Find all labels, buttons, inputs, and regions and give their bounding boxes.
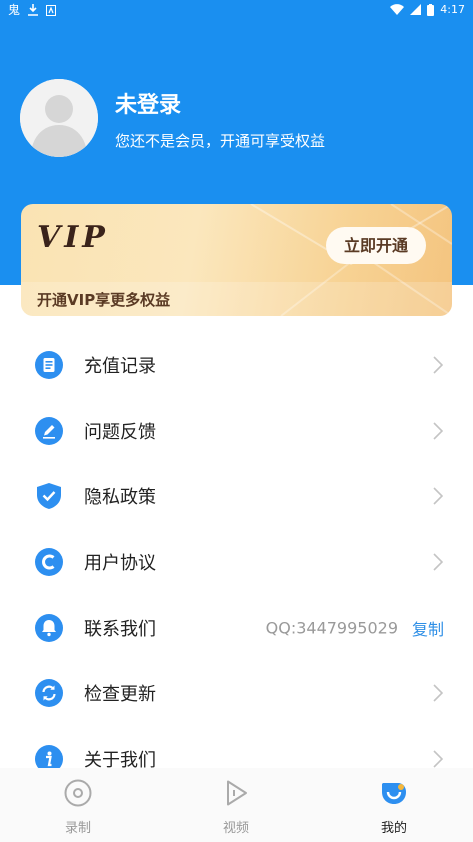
record-disc-icon [64, 779, 92, 807]
menu-label: 充值记录 [84, 355, 156, 377]
vip-logo: VIP [37, 220, 109, 255]
wifi-icon [390, 4, 405, 15]
download-icon [28, 4, 39, 16]
menu-label: 联系我们 [84, 618, 156, 640]
status-time: 4:17 [440, 3, 465, 16]
shield-check-icon [37, 483, 61, 510]
chevron-right-icon [433, 553, 443, 571]
chevron-right-icon [433, 356, 443, 374]
default-avatar-icon [20, 79, 98, 157]
battery-icon [427, 3, 435, 16]
profile-icon [382, 783, 406, 804]
video-play-icon [227, 780, 247, 806]
bottom-tab-bar: 录制 视频 我的 [0, 768, 473, 842]
chevron-right-icon [433, 750, 443, 768]
menu-item-user-agreement[interactable]: 用户协议 [0, 529, 473, 595]
tab-mine[interactable]: 我的 [334, 768, 454, 842]
document-list-icon [35, 350, 63, 379]
login-status-title[interactable]: 未登录 [115, 87, 181, 119]
activate-vip-button[interactable]: 立即开通 [326, 227, 426, 264]
app-notification-icon: 鬼 [8, 3, 21, 17]
avatar[interactable] [20, 79, 98, 157]
menu-item-check-update[interactable]: 检查更新 [0, 660, 473, 726]
menu-item-recharge-records[interactable]: 充值记录 [0, 332, 473, 398]
chevron-right-icon [433, 421, 443, 440]
menu-label: 隐私政策 [84, 487, 156, 509]
menu-item-privacy-policy[interactable]: 隐私政策 [0, 463, 473, 529]
menu-item-feedback[interactable]: 问题反馈 [0, 398, 473, 464]
chevron-right-icon [433, 684, 443, 702]
tab-label: 我的 [380, 821, 407, 836]
tab-label: 视频 [222, 821, 249, 836]
bell-contact-icon [35, 613, 63, 642]
signal-icon [410, 4, 422, 15]
vip-card[interactable]: VIP 立即开通 开通VIP享更多权益 [21, 204, 452, 316]
settings-menu: 充值记录 问题反馈 隐私政策 用户协议 联系我们 QQ:3447995029 复… [0, 332, 473, 792]
menu-label: 检查更新 [84, 684, 156, 706]
menu-label: 用户协议 [84, 552, 156, 574]
qq-number: QQ:3447995029 [265, 618, 398, 638]
tab-label: 录制 [64, 821, 91, 836]
agreement-c-icon [35, 547, 63, 576]
chevron-right-icon [433, 487, 443, 505]
edit-pen-icon [35, 416, 63, 445]
refresh-icon [35, 679, 63, 708]
membership-subtitle: 您还不是会员，开通可享受权益 [115, 132, 326, 150]
menu-label: 问题反馈 [84, 421, 156, 443]
tab-record[interactable]: 录制 [18, 768, 138, 842]
copy-qq-button[interactable]: 复制 [412, 616, 444, 640]
notification-icon [46, 4, 57, 16]
menu-item-contact-us[interactable]: 联系我们 QQ:3447995029 复制 [0, 595, 473, 661]
vip-benefits-text: 开通VIP享更多权益 [37, 291, 171, 309]
tab-video[interactable]: 视频 [176, 768, 296, 842]
status-bar: 鬼 4:17 [0, 0, 473, 22]
